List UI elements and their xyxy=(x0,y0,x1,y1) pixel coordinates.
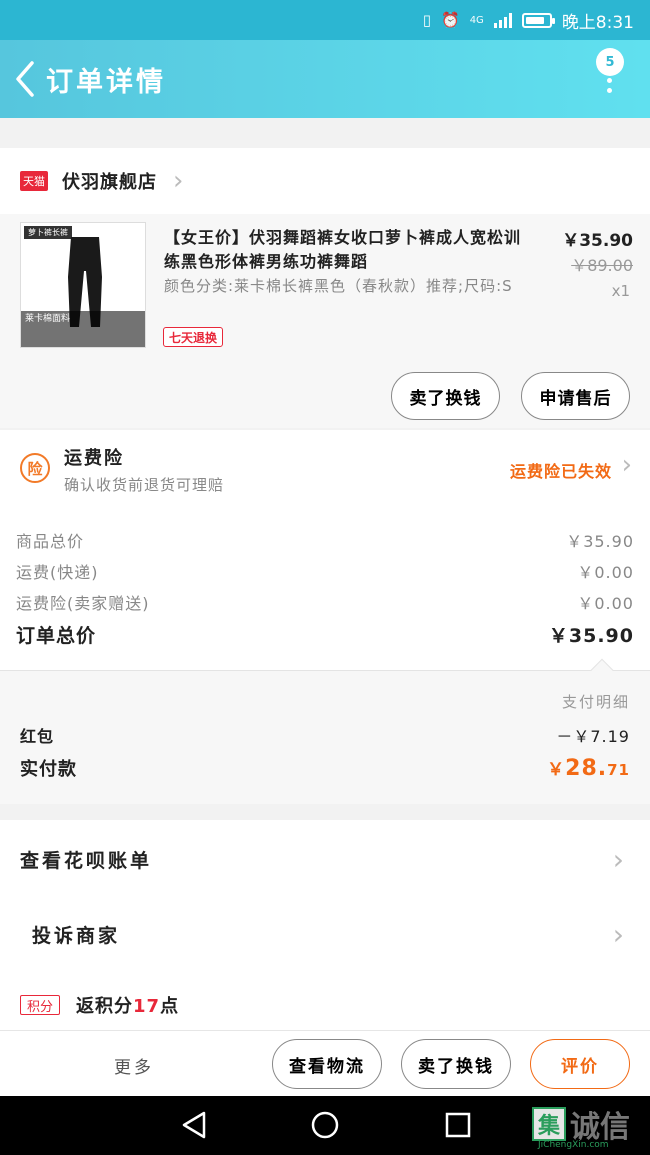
product-sku: 颜色分类:莱卡棉长裤黑色（春秋款）推荐;尺码:S xyxy=(164,277,513,295)
summary-value: ￥0.00 xyxy=(577,594,634,613)
paid-row: 实付款 ￥28.71 xyxy=(20,755,630,781)
points-prefix: 返积分 xyxy=(76,996,133,1017)
product-quantity: x1 xyxy=(611,282,630,300)
points-tag: 积分 xyxy=(20,995,60,1015)
back-button[interactable] xyxy=(4,40,46,118)
chevron-right-icon: › xyxy=(621,450,632,480)
bottom-action-bar: 更多 查看物流 卖了换钱 评价 xyxy=(0,1030,650,1096)
status-bar: ▯ ⏰ 4G 晚上8:31 xyxy=(0,0,650,40)
network-type: 4G xyxy=(469,14,484,26)
points-row: 积分 返积分17点 xyxy=(0,972,650,1038)
product-image[interactable]: 萝卜裤长裤 莱卡棉面料 xyxy=(20,222,146,348)
redpacket-value: －￥7.19 xyxy=(556,727,630,746)
redpacket-row: 红包 －￥7.19 xyxy=(20,723,630,747)
chevron-left-icon xyxy=(16,61,34,97)
product-image-caption: 莱卡棉面料 xyxy=(21,311,145,347)
insurance-status: 运费险已失效 xyxy=(509,462,612,481)
nav-home-icon[interactable] xyxy=(310,1110,340,1140)
paid-currency: ￥ xyxy=(547,760,566,780)
return-policy-tag: 七天退换 xyxy=(163,327,224,347)
more-menu-button[interactable]: 5 xyxy=(594,48,628,108)
summary-value: ￥0.00 xyxy=(577,563,634,582)
signal-icon xyxy=(493,12,512,28)
chevron-right-icon: › xyxy=(612,917,624,951)
battery-icon xyxy=(521,12,555,28)
page-title: 订单详情 xyxy=(46,66,166,98)
shop-row[interactable]: 天猫 伏羽旗舰店 › xyxy=(0,148,650,214)
shop-name: 伏羽旗舰店 xyxy=(62,172,157,193)
insurance-icon: 险 xyxy=(20,453,50,483)
huabei-bill-row[interactable]: 查看花呗账单 › xyxy=(0,822,650,896)
view-logistics-button[interactable]: 查看物流 xyxy=(272,1039,382,1089)
more-dots-icon xyxy=(607,78,612,98)
order-total-row: 订单总价 ￥35.90 xyxy=(16,621,634,648)
app-header: 订单详情 5 xyxy=(0,40,650,118)
summary-row: 运费险(卖家赠送) ￥0.00 xyxy=(16,590,634,614)
summary-label: 运费险(卖家赠送) xyxy=(16,594,150,613)
summary-value: ￥35.90 xyxy=(566,532,634,551)
chevron-right-icon: › xyxy=(612,842,624,876)
message-badge: 5 xyxy=(596,48,624,76)
summary-row: 运费(快递) ￥0.00 xyxy=(16,559,634,583)
points-text: 返积分17点 xyxy=(76,992,179,1018)
order-total-value: ￥35.90 xyxy=(548,625,634,647)
product-title[interactable]: 【女王价】伏羽舞蹈裤女收口萝卜裤成人宽松训练黑色形体裤男练功裤舞蹈 xyxy=(164,226,534,274)
tmall-logo: 天猫 xyxy=(20,171,48,191)
price-summary: 商品总价 ￥35.90 运费(快递) ￥0.00 运费险(卖家赠送) ￥0.00… xyxy=(0,508,650,670)
insurance-title: 运费险 xyxy=(64,448,124,469)
sell-button-bottom[interactable]: 卖了换钱 xyxy=(401,1039,511,1089)
chevron-right-icon: › xyxy=(173,166,184,196)
summary-row: 商品总价 ￥35.90 xyxy=(16,528,634,552)
payment-detail-label: 支付明细 xyxy=(561,693,630,711)
complain-row[interactable]: 投诉商家 › xyxy=(0,897,650,971)
paid-label: 实付款 xyxy=(20,759,77,780)
complain-label: 投诉商家 xyxy=(32,924,121,947)
paid-integer: 28. xyxy=(565,756,608,781)
more-button[interactable]: 更多 xyxy=(114,1053,154,1078)
shipping-insurance-row[interactable]: 险 运费险 确认收货前退货可理赔 运费险已失效 › xyxy=(0,430,650,508)
redpacket-label: 红包 xyxy=(20,727,55,746)
product-original-price: ￥89.00 xyxy=(571,256,633,275)
order-links: 查看花呗账单 › 投诉商家 › 积分 返积分17点 xyxy=(0,820,650,1030)
watermark-url: JiChengXin.com xyxy=(538,1140,609,1150)
insurance-subtitle: 确认收货前退货可理赔 xyxy=(64,476,225,494)
nav-back-icon[interactable] xyxy=(180,1110,208,1140)
alarm-icon: ⏰ xyxy=(441,11,460,29)
review-button[interactable]: 评价 xyxy=(530,1039,630,1089)
vibrate-icon: ▯ xyxy=(422,11,431,29)
nav-recent-icon[interactable] xyxy=(444,1110,472,1140)
status-time: 晚上8:31 xyxy=(561,12,634,33)
product-card: 萝卜裤长裤 莱卡棉面料 【女王价】伏羽舞蹈裤女收口萝卜裤成人宽松训练黑色形体裤男… xyxy=(0,214,650,428)
points-value: 17 xyxy=(133,996,161,1017)
system-nav-bar: 集 诚信 JiChengXin.com xyxy=(0,1096,650,1155)
summary-label: 运费(快递) xyxy=(16,563,99,582)
payment-detail: 支付明细 红包 －￥7.19 实付款 ￥28.71 xyxy=(0,658,650,804)
watermark-box: 集 xyxy=(532,1107,566,1141)
aftersale-button[interactable]: 申请售后 xyxy=(521,372,630,420)
order-total-label: 订单总价 xyxy=(16,625,97,647)
points-suffix: 点 xyxy=(160,996,180,1017)
summary-label: 商品总价 xyxy=(16,532,85,551)
sell-button[interactable]: 卖了换钱 xyxy=(391,372,500,420)
paid-decimal: 71 xyxy=(607,761,630,779)
huabei-bill-label: 查看花呗账单 xyxy=(20,849,153,872)
product-price: ￥35.90 xyxy=(562,231,633,251)
paid-amount: ￥28.71 xyxy=(547,755,630,781)
